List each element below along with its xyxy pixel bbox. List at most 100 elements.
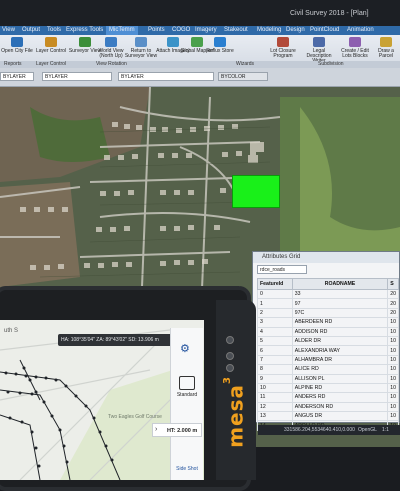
layer-dropdown[interactable]: BYLAYER xyxy=(0,72,34,81)
tab-design[interactable]: Design xyxy=(286,26,305,35)
create-lots-button[interactable]: Create / Edit Lots Blocks xyxy=(338,37,372,59)
tab-view[interactable]: View xyxy=(2,26,15,35)
cell-s: 20 xyxy=(387,298,399,309)
surveyor-icon xyxy=(79,37,91,47)
table-row[interactable]: 9 ALLISON PL 10 xyxy=(257,373,399,384)
tab-pointcloud[interactable]: PointCloud xyxy=(310,26,339,35)
map-place-label: Two Eagles Golf Course xyxy=(108,414,162,420)
world-view-button[interactable]: World View (North Up) xyxy=(94,37,128,59)
standard-mode-label[interactable]: Standard xyxy=(171,392,203,398)
mesa-logo: mesa3 xyxy=(222,376,248,448)
tab-stakeout[interactable]: Stakeout xyxy=(224,26,248,35)
cell-roadname: ABERDEEN RD xyxy=(291,317,389,328)
camera-mode-icon[interactable] xyxy=(179,376,195,390)
parcel-icon xyxy=(380,37,392,47)
tab-animation[interactable]: Animation xyxy=(347,26,374,35)
tab-modeling[interactable]: Modeling xyxy=(257,26,281,35)
table-row[interactable]: 13 ANGUS DR 10 xyxy=(257,411,399,422)
draw-parcel-button[interactable]: Draw a Parcel xyxy=(372,37,400,59)
column-header-roadname[interactable]: ROADNAME xyxy=(291,278,389,290)
cell-featureid: 7 xyxy=(257,354,293,366)
table-row[interactable]: 1 97 20 xyxy=(257,298,399,309)
cell-featureid: 6 xyxy=(257,345,293,356)
tab-mictemm[interactable]: MicTemm xyxy=(106,26,138,35)
cell-featureid: 10 xyxy=(257,382,293,394)
table-row[interactable]: 12 ANDERSON RD 10 xyxy=(257,401,399,413)
table-row[interactable]: 0 33 20 xyxy=(257,288,399,300)
table-row[interactable]: 8 ALICE RD 10 xyxy=(257,364,399,375)
return-surveyor-view-button[interactable]: Return to Surveyor View xyxy=(124,37,158,59)
chevron-right-icon[interactable]: › xyxy=(155,426,157,433)
table-row[interactable]: 11 ANDERS RD 10 xyxy=(257,392,399,403)
measurement-readout: HA: 108°35'04" ZA: 89°43'02" SD: 13.906 … xyxy=(58,334,174,346)
reflux-store-button[interactable]: Reflux Store xyxy=(203,37,237,59)
cell-s: 20 xyxy=(387,288,399,300)
color-dropdown[interactable]: BYCOLOR xyxy=(218,72,268,81)
ribbon-tab-bar: View Output Tools Express Tools MicTemm … xyxy=(0,26,400,35)
tab-imagery[interactable]: Imagery xyxy=(195,26,217,35)
table-row[interactable]: 5 ALDER DR 10 xyxy=(257,335,399,347)
cell-s: 10 xyxy=(387,326,399,337)
svg-text:uth S: uth S xyxy=(4,328,18,334)
cell-featureid: 11 xyxy=(257,392,293,403)
table-row[interactable]: 2 97C 20 xyxy=(257,307,399,319)
group-view-rotation: View Rotation xyxy=(96,61,127,67)
side-shot-button[interactable]: Side Shot xyxy=(171,466,203,472)
cell-featureid: 2 xyxy=(257,307,293,319)
attributes-grid-window: Attributes Grid rdce_roads FeatureId ROA… xyxy=(252,251,400,431)
cell-featureid: 13 xyxy=(257,411,293,422)
table-row[interactable]: 3 ABERDEEN RD 10 xyxy=(257,317,399,328)
scale-label: 1:1 xyxy=(382,427,389,433)
cell-roadname: ALDER DR xyxy=(291,335,389,347)
table-row[interactable]: 4 ADDISON RD 10 xyxy=(257,326,399,337)
cell-roadname: ALHAMBRA DR xyxy=(291,354,389,366)
ribbon-group-labels: Reports Layer Control View Rotation Wiza… xyxy=(0,61,400,68)
cell-featureid: 3 xyxy=(257,317,293,328)
height-field[interactable]: HT: 2.000 m xyxy=(152,423,202,437)
cell-s: 20 xyxy=(387,307,399,319)
map-icon xyxy=(191,37,203,47)
cell-s: 10 xyxy=(387,335,399,347)
cell-roadname: 97 xyxy=(291,298,389,309)
tab-cogo[interactable]: COGO xyxy=(172,26,190,35)
settings-icon[interactable]: ⚙ xyxy=(180,342,190,355)
cell-featureid: 1 xyxy=(257,298,293,309)
camera-icon xyxy=(226,336,234,344)
column-header-featureid[interactable]: FeatureId xyxy=(257,278,293,290)
cell-roadname: ALLISON PL xyxy=(291,373,389,384)
lineweight-dropdown[interactable]: BYLAYER xyxy=(118,72,214,81)
globe-icon xyxy=(105,37,117,47)
table-row[interactable]: 6 ALEXANDRIA WAY 10 xyxy=(257,345,399,356)
return-icon xyxy=(135,37,147,47)
title-bar: Civil Survey 2018 - [Plan] xyxy=(0,0,400,26)
table-header-row: FeatureId ROADNAME S xyxy=(257,278,399,290)
table-row[interactable]: 7 ALHAMBRA DR 10 xyxy=(257,354,399,366)
layer-control-button[interactable]: Layer Control xyxy=(34,37,68,59)
tab-output[interactable]: Output xyxy=(22,26,40,35)
legal-description-button[interactable]: Legal Description Writer xyxy=(302,37,336,64)
highlighted-parcel[interactable] xyxy=(232,175,280,208)
layer-select[interactable]: rdce_roads xyxy=(257,265,307,274)
tab-express-tools[interactable]: Express Tools xyxy=(66,26,103,35)
cell-featureid: 12 xyxy=(257,401,293,413)
cell-featureid: 5 xyxy=(257,335,293,347)
coordinate-readout: 331586.204,5534640.410,0.000 xyxy=(284,427,355,433)
cell-roadname: ANGUS DR xyxy=(291,411,389,422)
sensor-icon xyxy=(226,352,234,360)
document-icon xyxy=(313,37,325,47)
tab-tools[interactable]: Tools xyxy=(47,26,61,35)
open-city-file-button[interactable]: Open City File xyxy=(0,37,34,59)
tab-points[interactable]: Points xyxy=(148,26,165,35)
cell-roadname: ANDERSON RD xyxy=(291,401,389,413)
group-wizards: Wizards xyxy=(236,61,255,67)
sensor-icon xyxy=(226,364,234,372)
properties-bar: BYLAYER BYLAYER BYLAYER BYCOLOR xyxy=(0,68,400,87)
cell-s: 10 xyxy=(387,354,399,366)
linetype-dropdown[interactable]: BYLAYER xyxy=(42,72,112,81)
cell-roadname: ALICE RD xyxy=(291,364,389,375)
lot-closure-button[interactable]: Lot Closure Program xyxy=(266,37,300,59)
cell-roadname: ALEXANDRIA WAY xyxy=(291,345,389,356)
lot-icon xyxy=(277,37,289,47)
column-header-s[interactable]: S xyxy=(387,278,399,290)
table-row[interactable]: 10 ALPINE RD 10 xyxy=(257,382,399,394)
